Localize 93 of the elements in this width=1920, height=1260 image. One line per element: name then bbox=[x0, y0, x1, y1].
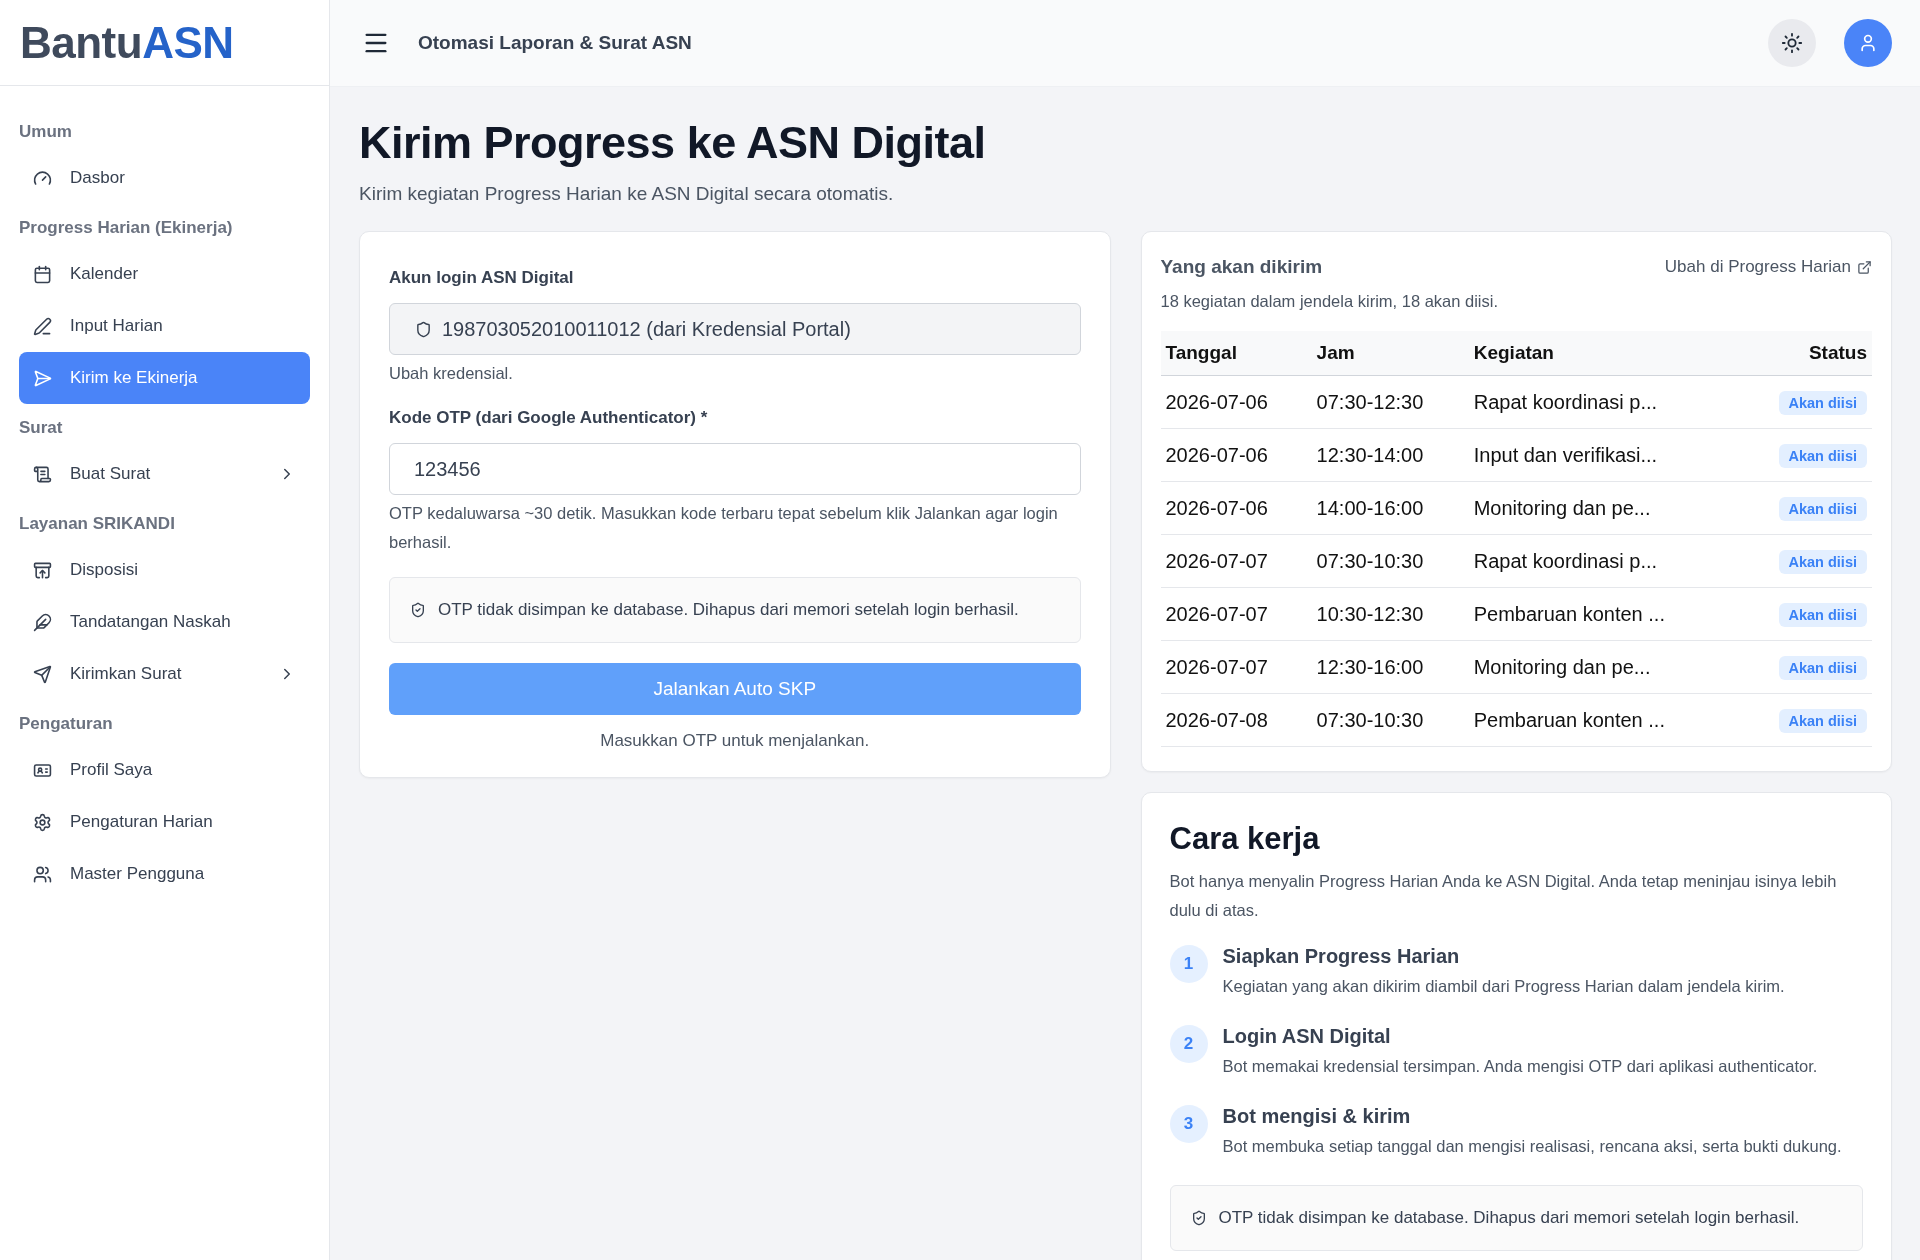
table-cell: Pembaruan konten ... bbox=[1468, 587, 1740, 641]
step-title: Login ASN Digital bbox=[1222, 1025, 1392, 1048]
field-label: Kode OTP (dari Google Authenticator) * bbox=[389, 408, 709, 428]
table-cell: Rapat koordinasi p... bbox=[1468, 534, 1740, 588]
step-title: Bot mengisi & kirim bbox=[1222, 1105, 1412, 1128]
step-title: Siapkan Progress Harian bbox=[1222, 945, 1461, 968]
shield-icon bbox=[415, 320, 432, 338]
shield-check-icon bbox=[410, 602, 426, 618]
table-cell: 07:30-10:30 bbox=[1311, 534, 1469, 588]
calendar-icon bbox=[33, 264, 52, 284]
sun-icon bbox=[1781, 32, 1803, 54]
sidebar-item[interactable]: Kirimkan Surat bbox=[19, 648, 310, 700]
table-cell: 2026-07-07 bbox=[1160, 534, 1312, 588]
table-cell: 07:30-10:30 bbox=[1311, 693, 1469, 747]
otp-input-field[interactable]: 123456 bbox=[389, 443, 1081, 495]
table-cell: 12:30-16:00 bbox=[1311, 640, 1469, 694]
sidebar-item[interactable]: Profil Saya bbox=[19, 744, 310, 796]
table-cell: 07:30-12:30 bbox=[1311, 375, 1469, 429]
table-cell: Monitoring dan pe... bbox=[1468, 640, 1740, 694]
status-badge: Akan diisi bbox=[1778, 496, 1867, 521]
table-cell: 12:30-14:00 bbox=[1311, 428, 1469, 482]
note-text: OTP tidak disimpan ke database. Dihapus dari memori setelah login berhasil. bbox=[438, 600, 1019, 620]
document-icon bbox=[33, 464, 52, 484]
user-icon bbox=[1858, 33, 1878, 53]
page-title: Kirim Progress ke ASN Digital bbox=[359, 117, 987, 169]
sidebar-item[interactable]: Tandatangan Naskah bbox=[19, 596, 310, 648]
column-header: Kegiatan bbox=[1468, 331, 1740, 376]
section-label: Surat bbox=[19, 417, 64, 439]
status-badge: Akan diisi bbox=[1778, 390, 1867, 415]
theme-toggle-button[interactable] bbox=[1768, 19, 1816, 67]
status-badge: Akan diisi bbox=[1778, 655, 1867, 680]
account-field[interactable]: 198703052010011012 (dari Kredensial Portal) bbox=[389, 303, 1081, 355]
table-cell: 2026-07-06 bbox=[1160, 428, 1312, 482]
button-hint: Masukkan OTP untuk menjalankan. bbox=[599, 731, 871, 751]
table-cell: Monitoring dan pe... bbox=[1468, 481, 1740, 535]
column-header: Jam bbox=[1311, 331, 1469, 376]
step-number: 2 bbox=[1169, 1025, 1208, 1063]
intro-text: Bot hanya menyalin Progress Harian Anda ke ASN Digital. Anda tetap meninjau isinya lebih dulu di atas. bbox=[1169, 871, 1838, 921]
archive-icon bbox=[33, 560, 52, 580]
sidebar-item[interactable]: Kalender bbox=[19, 248, 310, 300]
user-avatar-button[interactable] bbox=[1844, 19, 1892, 67]
step-text: Kegiatan yang akan dikirim diambil dari Progress Harian dalam jendela kirim. bbox=[1222, 976, 1785, 997]
table-cell: Input dan verifikasi... bbox=[1468, 428, 1740, 482]
section-label: Layanan SRIKANDI bbox=[19, 513, 176, 535]
status-badge: Akan diisi bbox=[1778, 708, 1867, 733]
sidebar-item[interactable]: Dasbor bbox=[19, 152, 310, 204]
gauge-icon bbox=[33, 168, 52, 188]
table-cell: Rapat koordinasi p... bbox=[1468, 375, 1740, 429]
step-number: 1 bbox=[1169, 945, 1208, 983]
field-label: Akun login ASN Digital bbox=[389, 268, 575, 288]
page-subtitle: Kirim kegiatan Progress Harian ke ASN Digital secara otomatis. bbox=[359, 183, 895, 205]
edit-link[interactable]: Ubah di Progress Harian bbox=[1664, 257, 1872, 277]
card-title: Yang akan dikirim bbox=[1160, 256, 1323, 278]
sidebar-item[interactable]: Input Harian bbox=[19, 300, 310, 352]
section-label: Progress Harian (Ekinerja) bbox=[19, 217, 234, 239]
sidebar-item[interactable]: Disposisi bbox=[19, 544, 310, 596]
column-header: Tanggal bbox=[1160, 331, 1312, 376]
column-header: Status bbox=[1739, 331, 1872, 376]
table-cell: Pembaruan konten ... bbox=[1468, 693, 1740, 747]
field-hint: OTP kedaluwarsa ~30 detik. Masukkan kode terbaru tepat sebelum klik Jalankan agar login berhasil. bbox=[389, 503, 1059, 553]
send-icon bbox=[33, 664, 52, 684]
send-icon bbox=[33, 368, 52, 388]
gear-icon bbox=[33, 812, 52, 832]
status-badge: Akan diisi bbox=[1778, 443, 1867, 468]
sidebar-item[interactable]: Kirim ke Ekinerja bbox=[19, 352, 310, 404]
card-title: Cara kerja bbox=[1169, 821, 1321, 857]
table-cell: 2026-07-07 bbox=[1160, 587, 1312, 641]
table-cell: 2026-07-08 bbox=[1160, 693, 1312, 747]
sidebar-item[interactable]: Master Pengguna bbox=[19, 848, 310, 900]
sidebar-item[interactable]: Buat Surat bbox=[19, 448, 310, 500]
table-cell: 10:30-12:30 bbox=[1311, 587, 1469, 641]
table-cell: 2026-07-06 bbox=[1160, 481, 1312, 535]
status-badge: Akan diisi bbox=[1778, 602, 1867, 627]
external-link-icon bbox=[1857, 259, 1872, 275]
brand-logo: BantuASN bbox=[20, 17, 234, 68]
shield-check-icon bbox=[1190, 1210, 1207, 1226]
section-label: Pengaturan bbox=[19, 713, 114, 735]
pen-icon bbox=[33, 316, 52, 336]
table-cell: 14:00-16:00 bbox=[1311, 481, 1469, 535]
step-text: Bot memakai kredensial tersimpan. Anda mengisi OTP dari aplikasi authenticator. bbox=[1222, 1056, 1818, 1077]
step-number: 3 bbox=[1169, 1105, 1208, 1143]
header-title: Otomasi Laporan & Surat ASN bbox=[418, 32, 693, 54]
section-label: Umum bbox=[19, 121, 73, 143]
step-text: Bot membuka setiap tanggal dan mengisi realisasi, rencana aksi, serta bukti dukung. bbox=[1222, 1136, 1842, 1157]
queue-summary: 18 kegiatan dalam jendela kirim, 18 akan diisi. bbox=[1160, 292, 1500, 311]
sidebar-item[interactable]: Pengaturan Harian bbox=[19, 796, 310, 848]
status-badge: Akan diisi bbox=[1778, 549, 1867, 574]
users-icon bbox=[33, 864, 52, 884]
table-cell: 2026-07-07 bbox=[1160, 640, 1312, 694]
feather-icon bbox=[33, 612, 52, 632]
field-hint: Ubah kredensial. bbox=[389, 363, 514, 384]
note-text: OTP tidak disimpan ke database. Dihapus dari memori setelah login berhasil. bbox=[1218, 1208, 1800, 1228]
table-cell: 2026-07-06 bbox=[1160, 375, 1312, 429]
